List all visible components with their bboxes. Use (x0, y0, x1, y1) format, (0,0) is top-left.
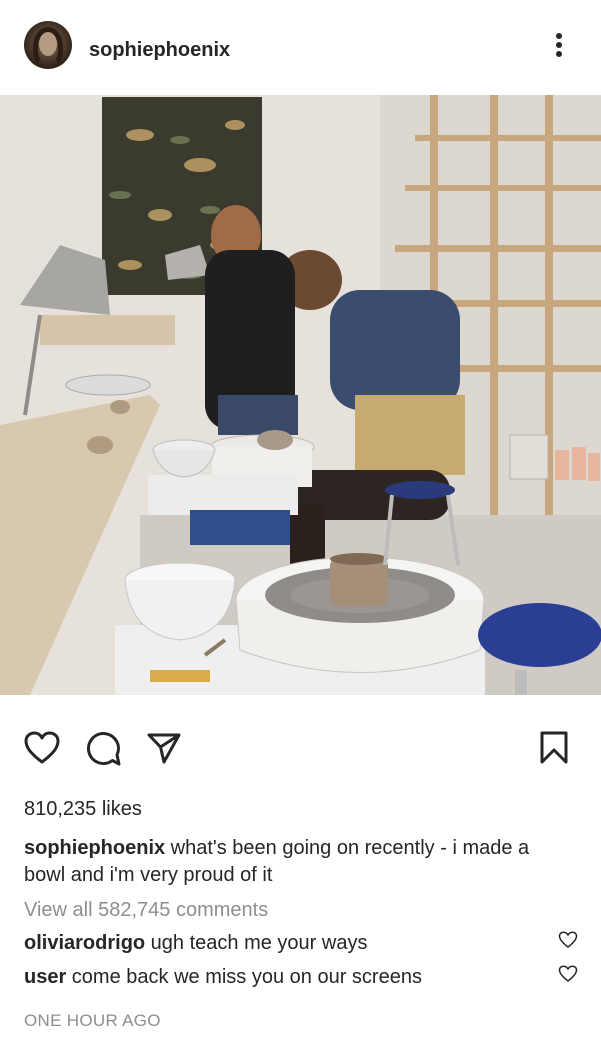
comment-like-heart-icon[interactable] (558, 965, 578, 983)
avatar[interactable] (24, 21, 72, 69)
pottery-studio-image (0, 95, 601, 695)
share-icon[interactable] (146, 731, 182, 765)
heart-icon[interactable] (24, 731, 60, 765)
post-photo[interactable] (0, 95, 601, 695)
post-header: sophiephoenix (0, 0, 601, 95)
comment-item: user come back we miss you on our screen… (24, 966, 422, 989)
caption-username[interactable]: sophiephoenix (24, 837, 165, 859)
comment-text: come back we miss you on our screens (66, 966, 422, 988)
more-options-icon[interactable] (549, 30, 569, 60)
avatar-face (39, 32, 57, 56)
bookmark-icon[interactable] (539, 731, 569, 765)
post-timestamp: ONE HOUR AGO (24, 1011, 161, 1030)
likes-count[interactable]: 810,235 likes (24, 798, 142, 821)
comment-item: oliviarodrigo ugh teach me your ways (24, 932, 367, 955)
comment-like-heart-icon[interactable] (558, 931, 578, 949)
post-username[interactable]: sophiephoenix (89, 39, 230, 62)
comment-icon[interactable] (86, 731, 122, 767)
action-bar (0, 725, 601, 769)
comment-username[interactable]: oliviarodrigo (24, 932, 145, 954)
post-caption: sophiephoenix what's been going on recen… (24, 835, 574, 889)
comment-text: ugh teach me your ways (145, 932, 368, 954)
view-all-comments-link[interactable]: View all 582,745 comments (24, 899, 268, 922)
comment-username[interactable]: user (24, 966, 66, 988)
